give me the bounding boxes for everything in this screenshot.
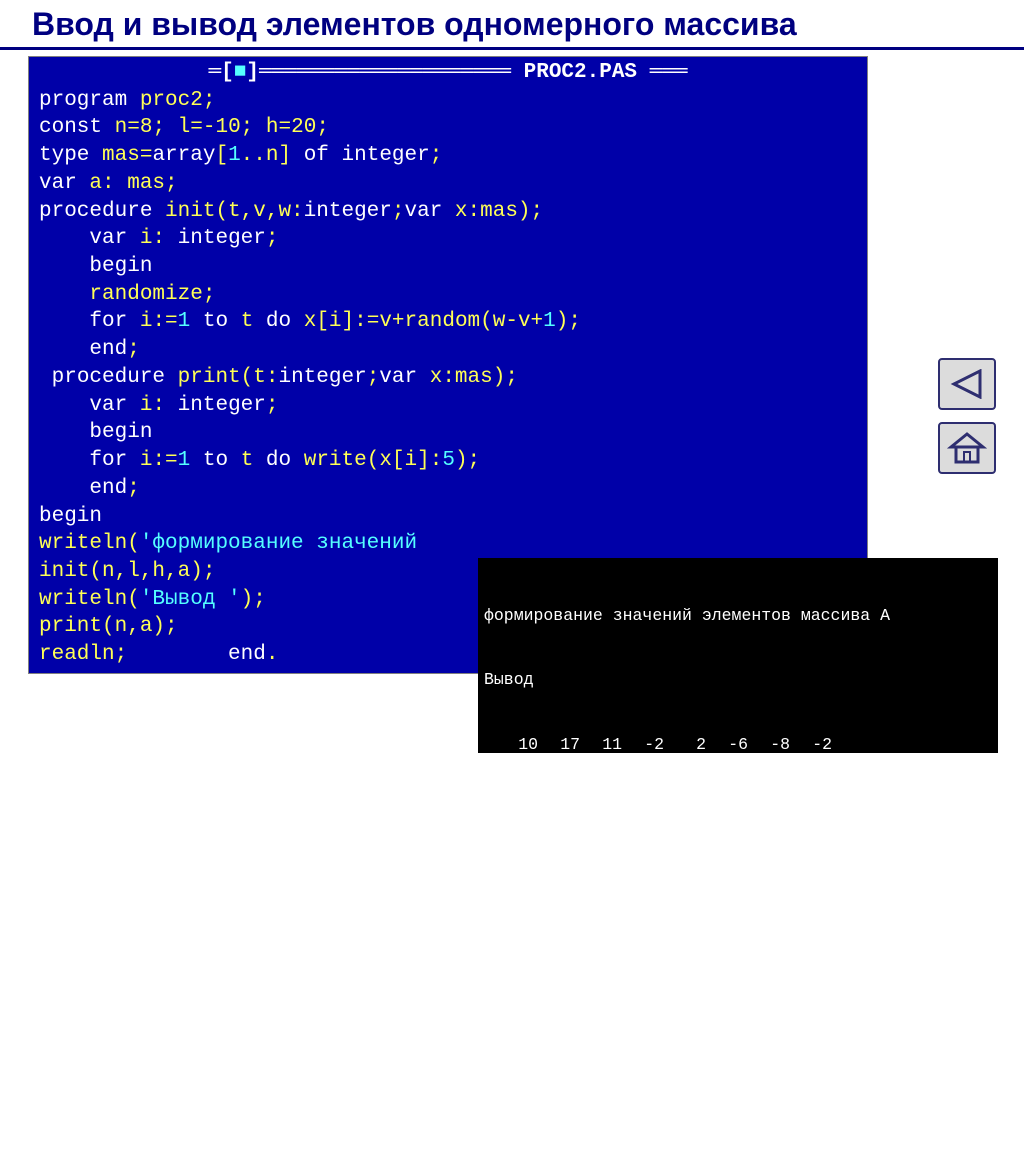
- console-line: формирование значений элементов массива …: [484, 798, 992, 819]
- console-output: формирование значений элементов массива …: [478, 558, 998, 753]
- code-line: type mas=array[1..n] of integer;: [39, 142, 857, 170]
- code-line: begin: [39, 253, 857, 281]
- slide-title: Ввод и вывод элементов одномерного масси…: [0, 0, 1024, 50]
- code-line: program proc2;: [39, 87, 857, 115]
- code-line: procedure init(t,v,w:integer;var x:mas);: [39, 198, 857, 226]
- code-line: var i: integer;: [39, 392, 857, 420]
- nav-buttons: [938, 358, 1004, 486]
- code-line: procedure print(t:integer;var x:mas);: [39, 364, 857, 392]
- code-line: begin: [39, 419, 857, 447]
- triangle-left-icon: [950, 369, 984, 399]
- home-button[interactable]: [938, 422, 996, 474]
- code-line: const n=8; l=-10; h=20;: [39, 114, 857, 142]
- console-line: формирование значений элементов массива …: [484, 605, 992, 626]
- code-line: for i:=1 to t do x[i]:=v+random(w-v+1);: [39, 308, 857, 336]
- console-line: Вывод: [484, 1055, 992, 1076]
- code-line: randomize;: [39, 281, 857, 309]
- code-line: var i: integer;: [39, 225, 857, 253]
- code-line: end;: [39, 336, 857, 364]
- console-numbers: 8-4-9-5716106: [484, 1119, 992, 1140]
- code-line: for i:=1 to t do write(x[i]:5);: [39, 447, 857, 475]
- code-line: end;: [39, 475, 857, 503]
- home-icon: [947, 430, 987, 466]
- editor-titlebar: ═[■]════════════════════ PROC2.PAS ═══: [29, 57, 867, 87]
- console-line: формирование значений элементов массива …: [484, 991, 992, 1012]
- console-numbers: 101711-22-6-8-2: [484, 734, 992, 755]
- back-button[interactable]: [938, 358, 996, 410]
- code-line: writeln('формирование значений: [39, 530, 857, 558]
- console-line: Вывод: [484, 862, 992, 883]
- code-line: begin: [39, 503, 857, 531]
- code-line: var a: mas;: [39, 170, 857, 198]
- console-line: Вывод: [484, 669, 992, 690]
- console-numbers: 12-6-10202020-13: [484, 926, 992, 947]
